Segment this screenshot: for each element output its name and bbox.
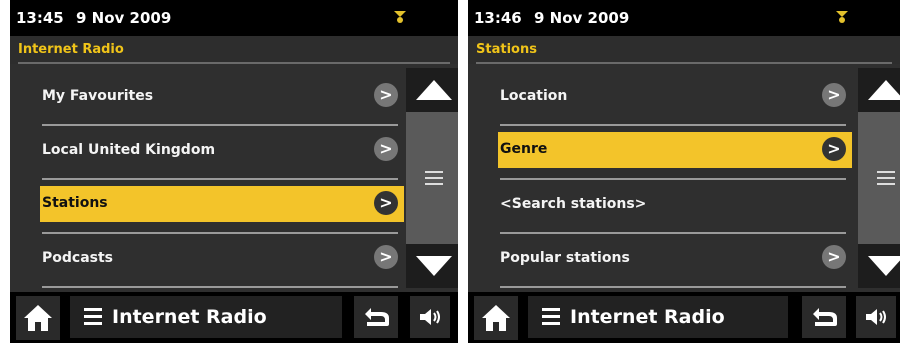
menu-item-my-favourites[interactable]: My Favourites >	[38, 72, 406, 126]
scroll-up-button[interactable]	[406, 68, 458, 112]
screen-title: Stations	[476, 42, 537, 57]
menu-list: Location > Genre > <Search stations> Pop…	[496, 72, 854, 288]
screen-title-bar: Internet Radio	[10, 36, 458, 64]
chevron-right-icon: >	[374, 191, 398, 215]
menu-item-label: Stations	[42, 195, 108, 211]
triangle-down-icon	[416, 256, 452, 276]
chevron-right-icon: >	[822, 137, 846, 161]
volume-icon	[420, 309, 440, 325]
bottom-toolbar: Internet Radio	[10, 292, 458, 343]
triangle-up-icon	[868, 80, 900, 100]
clock-date: 9 Nov 2009	[534, 9, 630, 27]
stations-screen: 13:46 9 Nov 2009 Stations Location > Gen…	[468, 0, 900, 343]
scroll-up-button[interactable]	[858, 68, 900, 112]
home-icon	[482, 305, 510, 331]
scrollbar[interactable]	[858, 68, 900, 288]
status-bar: 13:46 9 Nov 2009	[468, 0, 900, 36]
chevron-right-icon: >	[822, 83, 846, 107]
scroll-thumb[interactable]	[406, 112, 458, 244]
radio-signal-icon	[836, 11, 848, 23]
mode-label: Internet Radio	[112, 306, 267, 328]
selection-highlight	[498, 132, 852, 168]
scroll-thumb[interactable]	[858, 112, 900, 244]
back-button[interactable]	[802, 296, 846, 338]
scrollbar[interactable]	[406, 68, 458, 288]
triangle-up-icon	[416, 80, 452, 100]
volume-button[interactable]	[856, 296, 896, 338]
bottom-toolbar: Internet Radio	[468, 292, 900, 343]
clock-date: 9 Nov 2009	[76, 9, 172, 27]
menu-item-label: <Search stations>	[500, 196, 647, 212]
clock-time: 13:45	[16, 9, 64, 27]
triangle-down-icon	[868, 256, 900, 276]
screen-title: Internet Radio	[18, 42, 124, 57]
grip-icon	[425, 167, 443, 189]
grip-icon	[877, 167, 895, 189]
chevron-right-icon: >	[374, 83, 398, 107]
title-divider	[18, 62, 450, 64]
chevron-right-icon: >	[374, 245, 398, 269]
menu-item-genre[interactable]: Genre >	[496, 126, 854, 180]
home-button[interactable]	[474, 296, 518, 340]
menu-item-label: Location	[500, 88, 568, 104]
volume-button[interactable]	[410, 296, 450, 338]
menu-item-label: My Favourites	[42, 88, 154, 104]
menu-list: My Favourites > Local United Kingdom > S…	[38, 72, 406, 288]
status-bar: 13:45 9 Nov 2009	[10, 0, 458, 36]
menu-icon	[542, 308, 560, 329]
menu-item-podcasts[interactable]: Podcasts >	[38, 234, 406, 288]
menu-item-label: Podcasts	[42, 250, 114, 266]
menu-item-stations[interactable]: Stations >	[38, 180, 406, 234]
screen-title-bar: Stations	[468, 36, 900, 64]
menu-item-location[interactable]: Location >	[496, 72, 854, 126]
mode-menu-button[interactable]: Internet Radio	[70, 296, 342, 338]
screenshot-stage: 13:45 9 Nov 2009 Internet Radio My Favou…	[0, 0, 900, 343]
menu-item-local-united-kingdom[interactable]: Local United Kingdom >	[38, 126, 406, 180]
back-button[interactable]	[354, 296, 398, 338]
chevron-right-icon: >	[822, 245, 846, 269]
chevron-right-icon: >	[374, 137, 398, 161]
internet-radio-screen: 13:45 9 Nov 2009 Internet Radio My Favou…	[10, 0, 458, 343]
menu-item-label: Popular stations	[500, 250, 630, 266]
menu-item-search-stations[interactable]: <Search stations>	[496, 180, 854, 234]
home-button[interactable]	[16, 296, 60, 340]
volume-icon	[866, 309, 886, 325]
back-arrow-icon	[813, 308, 837, 326]
clock-time: 13:46	[474, 9, 522, 27]
back-arrow-icon	[365, 308, 389, 326]
menu-icon	[84, 308, 102, 329]
menu-item-popular-stations[interactable]: Popular stations >	[496, 234, 854, 288]
scroll-down-button[interactable]	[858, 244, 900, 288]
mode-label: Internet Radio	[570, 306, 725, 328]
menu-divider	[500, 286, 846, 288]
home-icon	[24, 305, 52, 331]
menu-item-label: Local United Kingdom	[42, 142, 216, 158]
menu-item-label: Genre	[500, 141, 548, 157]
mode-menu-button[interactable]: Internet Radio	[528, 296, 788, 338]
scroll-down-button[interactable]	[406, 244, 458, 288]
radio-signal-icon	[394, 11, 406, 23]
title-divider	[476, 62, 892, 64]
menu-divider	[42, 286, 398, 288]
